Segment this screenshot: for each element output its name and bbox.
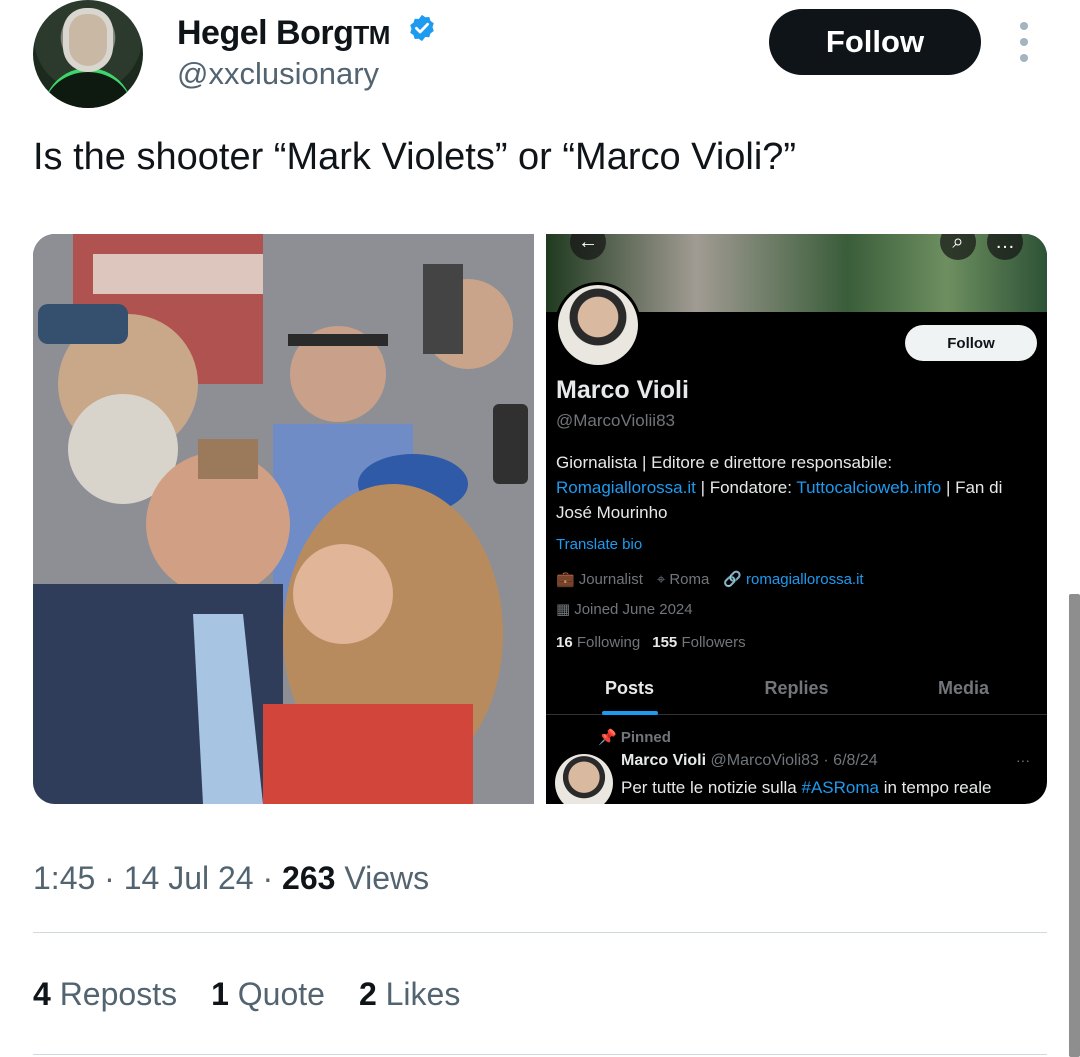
search-icon: ⌕ xyxy=(940,234,976,260)
author-avatar[interactable] xyxy=(33,0,143,108)
pinned-post-avatar xyxy=(555,754,613,804)
followers-count: 155 xyxy=(652,634,678,651)
profile-joined: ▦ Joined June 2024 xyxy=(556,600,693,619)
bio-link-1: Romagiallorossa.it xyxy=(556,478,696,497)
views-count: 263 xyxy=(282,860,336,896)
bio-text-2: | Fondatore: xyxy=(695,478,797,497)
quotes-count: 1 xyxy=(211,976,229,1012)
scrollbar[interactable] xyxy=(1069,594,1080,1057)
pinned-post-header: Marco Violi @MarcoVioli83 · 6/8/24 xyxy=(621,752,878,770)
profile-avatar xyxy=(555,282,641,368)
likes-stat[interactable]: 2 Likes xyxy=(359,976,460,1013)
tweet-date[interactable]: 14 Jul 24 xyxy=(124,860,254,896)
following-count: 16 xyxy=(556,634,573,651)
separator-dot: · xyxy=(104,860,115,896)
quotes-label: Quote xyxy=(237,976,325,1012)
tweet-timestamp: 1:45 · 14 Jul 24 · 263 Views xyxy=(33,860,429,897)
calendar-icon: ▦ xyxy=(556,601,571,618)
verified-badge-icon xyxy=(407,13,437,52)
profile-name: Marco Violi xyxy=(556,376,689,404)
tab-posts: Posts xyxy=(546,674,713,715)
avatar-face xyxy=(69,14,107,66)
quotes-stat[interactable]: 1 Quote xyxy=(211,976,325,1013)
profile-handle: @MarcoViolii83 xyxy=(556,411,675,430)
location-text: Roma xyxy=(669,570,710,588)
author-name-text: Hegel Borg xyxy=(177,14,354,52)
link-icon: 🔗 xyxy=(723,571,743,588)
more-options-icon[interactable] xyxy=(1012,22,1036,62)
location-pin-icon: ⌖ xyxy=(656,570,666,588)
tab-replies: Replies xyxy=(764,678,829,698)
divider xyxy=(33,1054,1047,1055)
pin-icon: 📌 xyxy=(598,729,617,746)
pinned-text-2: in tempo reale xyxy=(878,778,992,797)
tab-media: Media xyxy=(937,678,989,698)
likes-count: 2 xyxy=(358,976,377,1012)
separator-dot: · xyxy=(262,860,274,896)
profile-tabs: Posts Replies Media xyxy=(546,674,1047,715)
profile-bio: Giornalista | Editore e direttore respon… xyxy=(556,450,1036,525)
website-link: romagiallorossa.it xyxy=(746,570,864,588)
engagement-stats: 4 Reposts 1 Quote 2 Likes xyxy=(33,976,460,1013)
pinned-post-text: Per tutte le notizie sulla #ASRoma in te… xyxy=(621,778,991,798)
joined-text: Joined June 2024 xyxy=(574,600,693,618)
profile-follow-button: Follow xyxy=(905,325,1037,361)
author-name[interactable]: Hegel BorgTM xyxy=(177,14,437,53)
bio-link-2: Tuttocalcioweb.info xyxy=(796,478,942,497)
crowd-photo-illustration xyxy=(33,234,534,804)
pinned-post-more-icon: ··· xyxy=(1016,752,1030,768)
reposts-count: 4 xyxy=(33,976,51,1012)
following-label: Following xyxy=(576,634,641,651)
back-arrow-icon: ← xyxy=(570,234,606,260)
reposts-label: Reposts xyxy=(59,976,178,1012)
followers-label: Followers xyxy=(681,634,746,651)
tweet-photo-profile-screenshot[interactable]: ← ⌕ … Follow Marco Violi @MarcoViolii83 … xyxy=(546,234,1047,804)
avatar-shoulders xyxy=(43,68,133,108)
tweet-photo-crowd[interactable] xyxy=(33,234,534,804)
pinned-text-1: Per tutte le notizie sulla xyxy=(621,778,802,797)
author-handle[interactable]: @xxclusionary xyxy=(177,56,379,92)
trademark-text: TM xyxy=(353,20,390,50)
pinned-label: 📌 Pinned xyxy=(598,728,671,746)
profession-text: Journalist xyxy=(578,570,643,588)
follow-button[interactable]: Follow xyxy=(769,9,981,75)
pinned-text: Pinned xyxy=(620,729,671,746)
pinned-hashtag: #ASRoma xyxy=(801,778,879,797)
pinned-post-handle-date: @MarcoVioli83 · 6/8/24 xyxy=(710,752,878,769)
views-label: Views xyxy=(344,860,430,896)
tweet-time[interactable]: 1:45 xyxy=(33,860,95,896)
tweet-text: Is the shooter “Mark Violets” or “Marco … xyxy=(33,136,797,178)
likes-label: Likes xyxy=(385,976,461,1012)
bio-text-1: Giornalista | Editore e direttore respon… xyxy=(556,453,893,472)
reposts-stat[interactable]: 4 Reposts xyxy=(33,976,177,1013)
profile-counts: 16 Following 155 Followers xyxy=(556,634,746,651)
pinned-post-name: Marco Violi xyxy=(621,752,707,769)
profile-meta: 💼 Journalist ⌖ Roma 🔗 romagiallorossa.it xyxy=(556,570,864,589)
more-icon: … xyxy=(987,234,1023,260)
briefcase-icon: 💼 xyxy=(556,571,575,588)
translate-bio-link: Translate bio xyxy=(556,536,643,553)
divider xyxy=(33,932,1047,933)
